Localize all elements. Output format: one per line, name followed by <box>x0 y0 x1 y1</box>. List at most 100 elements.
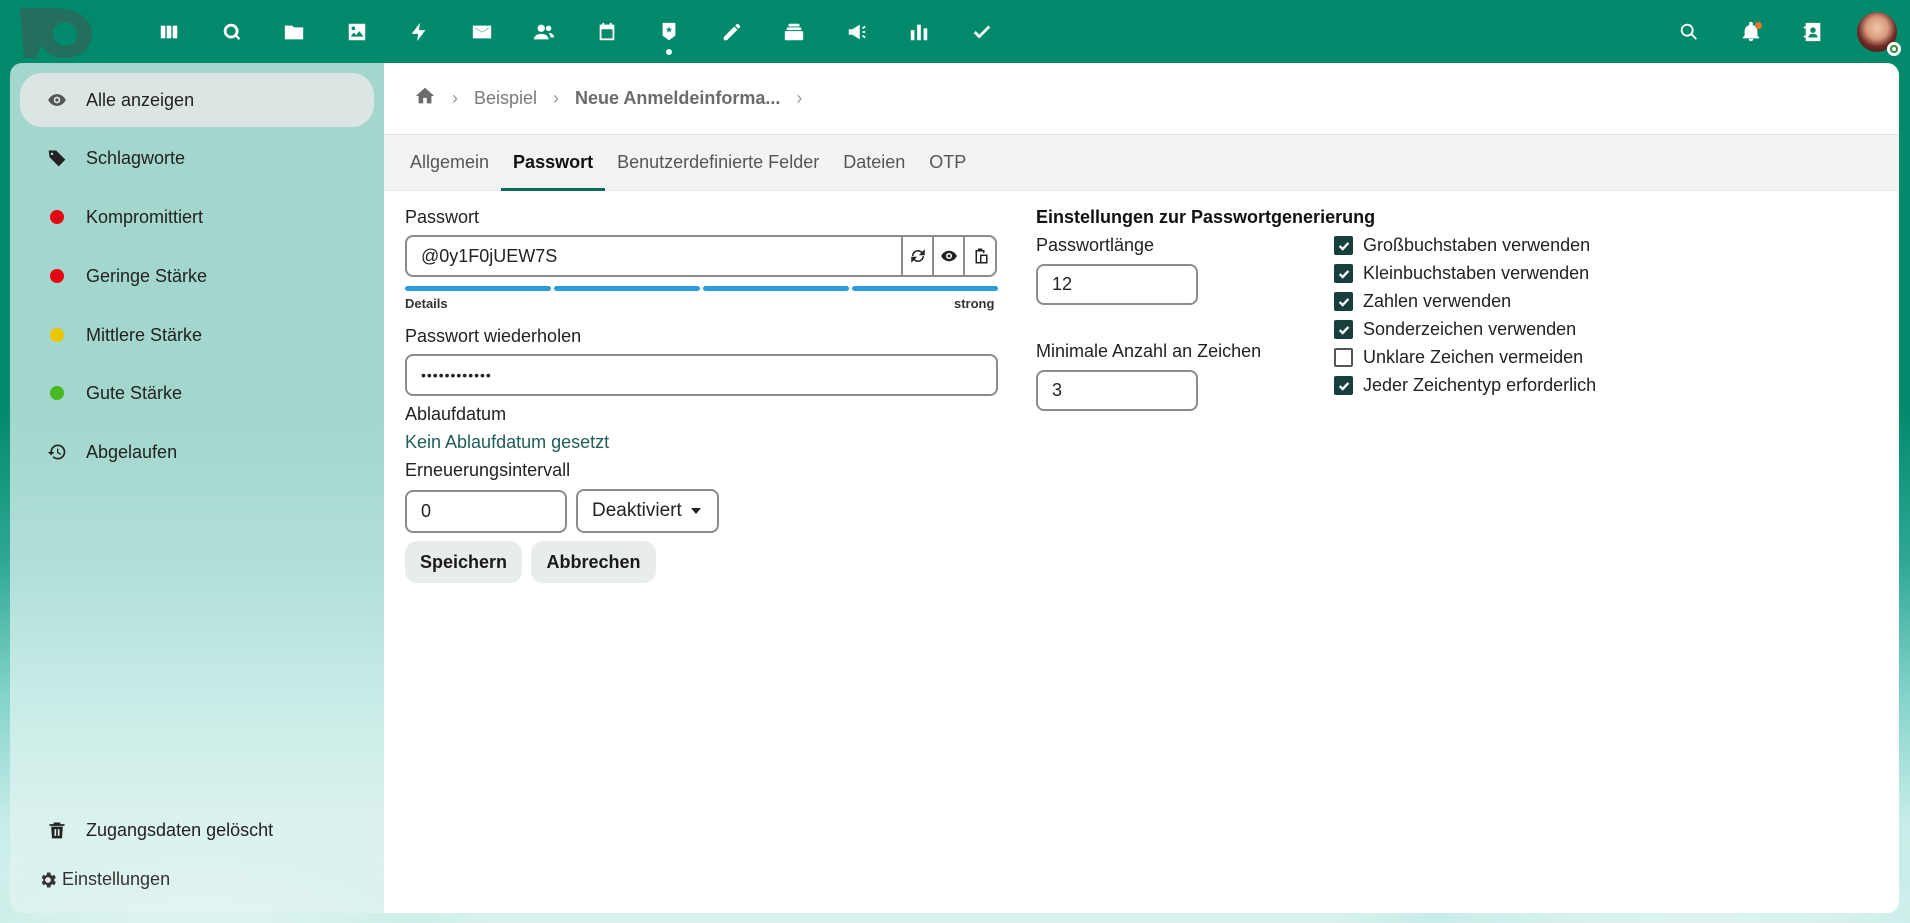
option-label: Unklare Zeichen vermeiden <box>1363 347 1584 367</box>
option-numbers[interactable]: Zahlen verwenden <box>1334 291 1511 312</box>
password-input[interactable]: @0y1F0jUEW7S <box>405 235 903 277</box>
red-dot-icon <box>46 265 68 287</box>
sidebar-item-label: Zugangsdaten gelöscht <box>86 819 274 840</box>
tab-bar: Allgemein Passwort Benutzerdefinierte Fe… <box>384 135 1899 191</box>
calendar-icon[interactable] <box>576 0 639 63</box>
chevron-down-icon <box>690 508 701 514</box>
breadcrumb-current[interactable]: Neue Anmeldeinforma... <box>575 88 780 109</box>
min-chars-input[interactable]: 3 <box>1036 370 1198 411</box>
cancel-button[interactable]: Abbrechen <box>531 541 656 583</box>
passwords-icon[interactable] <box>638 0 701 63</box>
password-label: Passwort <box>405 207 480 227</box>
chevron-right-icon: › <box>553 88 560 108</box>
gear-icon <box>41 872 56 887</box>
sidebar-item-medium[interactable]: Mittlere Stärke <box>20 308 374 362</box>
history-icon <box>46 441 68 463</box>
user-menu[interactable] <box>1844 0 1910 63</box>
logo[interactable] <box>18 4 96 60</box>
toggle-visibility-button[interactable] <box>934 235 965 277</box>
password-length-label: Passwortlänge <box>1036 235 1155 255</box>
search-app-icon[interactable] <box>201 0 264 63</box>
deck-icon[interactable] <box>763 0 826 63</box>
option-uppercase[interactable]: Großbuchstaben verwenden <box>1334 235 1590 256</box>
password-length-input[interactable]: 12 <box>1036 264 1198 305</box>
renewal-interval-input[interactable]: 0 <box>405 490 567 533</box>
sidebar-item-label: Abgelaufen <box>86 441 178 462</box>
sidebar-item-label: Alle anzeigen <box>86 89 195 110</box>
option-label: Kleinbuchstaben verwenden <box>1363 263 1590 283</box>
sidebar-item-label: Kompromittiert <box>86 206 204 227</box>
notes-icon[interactable] <box>701 0 764 63</box>
sidebar-item-expired[interactable]: Abgelaufen <box>20 425 374 479</box>
checkbox-checked[interactable] <box>1334 320 1353 339</box>
checkbox-checked[interactable] <box>1334 376 1353 395</box>
sidebar-item-tags[interactable]: Schlagworte <box>20 131 374 185</box>
regenerate-button[interactable] <box>903 235 934 277</box>
min-chars-label: Minimale Anzahl an Zeichen <box>1036 341 1262 361</box>
eye-icon <box>46 89 68 111</box>
option-label: Großbuchstaben verwenden <box>1363 235 1591 255</box>
announcements-icon[interactable] <box>826 0 889 63</box>
tab-otp[interactable]: OTP <box>917 135 978 190</box>
tab-files[interactable]: Dateien <box>831 135 917 190</box>
sidebar-item-good[interactable]: Gute Stärke <box>20 366 374 420</box>
green-dot-icon <box>46 382 68 404</box>
strength-details-link[interactable]: Details <box>405 296 448 311</box>
clipboard-icon <box>975 248 988 264</box>
select-value: Deaktiviert <box>592 500 682 521</box>
chevron-right-icon: › <box>796 88 803 108</box>
generator-settings-title: Einstellungen zur Passwortgenerierung <box>1036 207 1376 227</box>
option-label: Zahlen verwenden <box>1363 291 1512 311</box>
header-right-actions <box>1658 0 1910 63</box>
save-button[interactable]: Speichern <box>405 541 522 583</box>
top-header <box>0 0 1910 63</box>
search-icon[interactable] <box>1658 0 1720 63</box>
sidebar-item-compromised[interactable]: Kompromittiert <box>20 190 374 244</box>
sidebar-item-label: Geringe Stärke <box>86 265 208 286</box>
tasks-icon[interactable] <box>951 0 1014 63</box>
chevron-right-icon: › <box>452 88 458 108</box>
activity-icon[interactable] <box>388 0 451 63</box>
sidebar-item-label: Mittlere Stärke <box>86 324 203 345</box>
breadcrumb-item[interactable]: Beispiel <box>474 88 537 109</box>
checkbox-checked[interactable] <box>1334 292 1353 311</box>
renewal-unit-select[interactable]: Deaktiviert <box>576 489 719 533</box>
expiry-link[interactable]: Kein Ablaufdatum gesetzt <box>405 432 609 453</box>
files-icon[interactable] <box>263 0 326 63</box>
tab-general[interactable]: Allgemein <box>398 135 501 190</box>
checkbox-unchecked[interactable] <box>1334 348 1353 367</box>
option-label: Jeder Zeichentyp erforderlich <box>1363 375 1597 395</box>
home-icon[interactable] <box>414 85 436 112</box>
mail-icon[interactable] <box>451 0 514 63</box>
sidebar: Alle anzeigen Schlagworte Kompromittiert… <box>10 63 384 913</box>
repeat-password-label: Passwort wiederholen <box>405 326 582 346</box>
contacts-menu-icon[interactable] <box>1782 0 1844 63</box>
checkbox-checked[interactable] <box>1334 264 1353 283</box>
sidebar-item-deleted[interactable]: Zugangsdaten gelöscht <box>20 803 374 857</box>
sidebar-item-all[interactable]: Alle anzeigen <box>20 73 374 127</box>
tab-password[interactable]: Passwort <box>501 135 606 191</box>
dashboard-icon[interactable] <box>138 0 201 63</box>
analytics-icon[interactable] <box>888 0 951 63</box>
tab-custom-fields[interactable]: Benutzerdefinierte Felder <box>605 135 831 190</box>
option-require-all-types[interactable]: Jeder Zeichentyp erforderlich <box>1334 375 1596 396</box>
status-indicator <box>1887 41 1901 56</box>
contacts-icon[interactable] <box>513 0 576 63</box>
sidebar-item-weak[interactable]: Geringe Stärke <box>20 249 374 303</box>
breadcrumb: › Beispiel › Neue Anmeldeinforma... › <box>384 63 1899 135</box>
renewal-label: Erneuerungsintervall <box>405 460 571 480</box>
option-avoid-ambiguous[interactable]: Unklare Zeichen vermeiden <box>1334 347 1583 368</box>
option-special[interactable]: Sonderzeichen verwenden <box>1334 319 1576 340</box>
copy-button[interactable] <box>965 235 997 277</box>
option-lowercase[interactable]: Kleinbuchstaben verwenden <box>1334 263 1589 284</box>
yellow-dot-icon <box>46 324 68 346</box>
avatar[interactable] <box>1857 11 1901 56</box>
notifications-icon[interactable] <box>1720 0 1782 63</box>
app-switcher <box>138 0 1013 63</box>
photos-icon[interactable] <box>326 0 389 63</box>
sidebar-item-label: Schlagworte <box>86 147 186 168</box>
settings-button[interactable]: Einstellungen <box>38 869 170 890</box>
checkbox-checked[interactable] <box>1334 236 1353 255</box>
sidebar-item-label: Gute Stärke <box>86 382 183 403</box>
repeat-password-input[interactable]: •••••••••••• <box>405 354 998 396</box>
